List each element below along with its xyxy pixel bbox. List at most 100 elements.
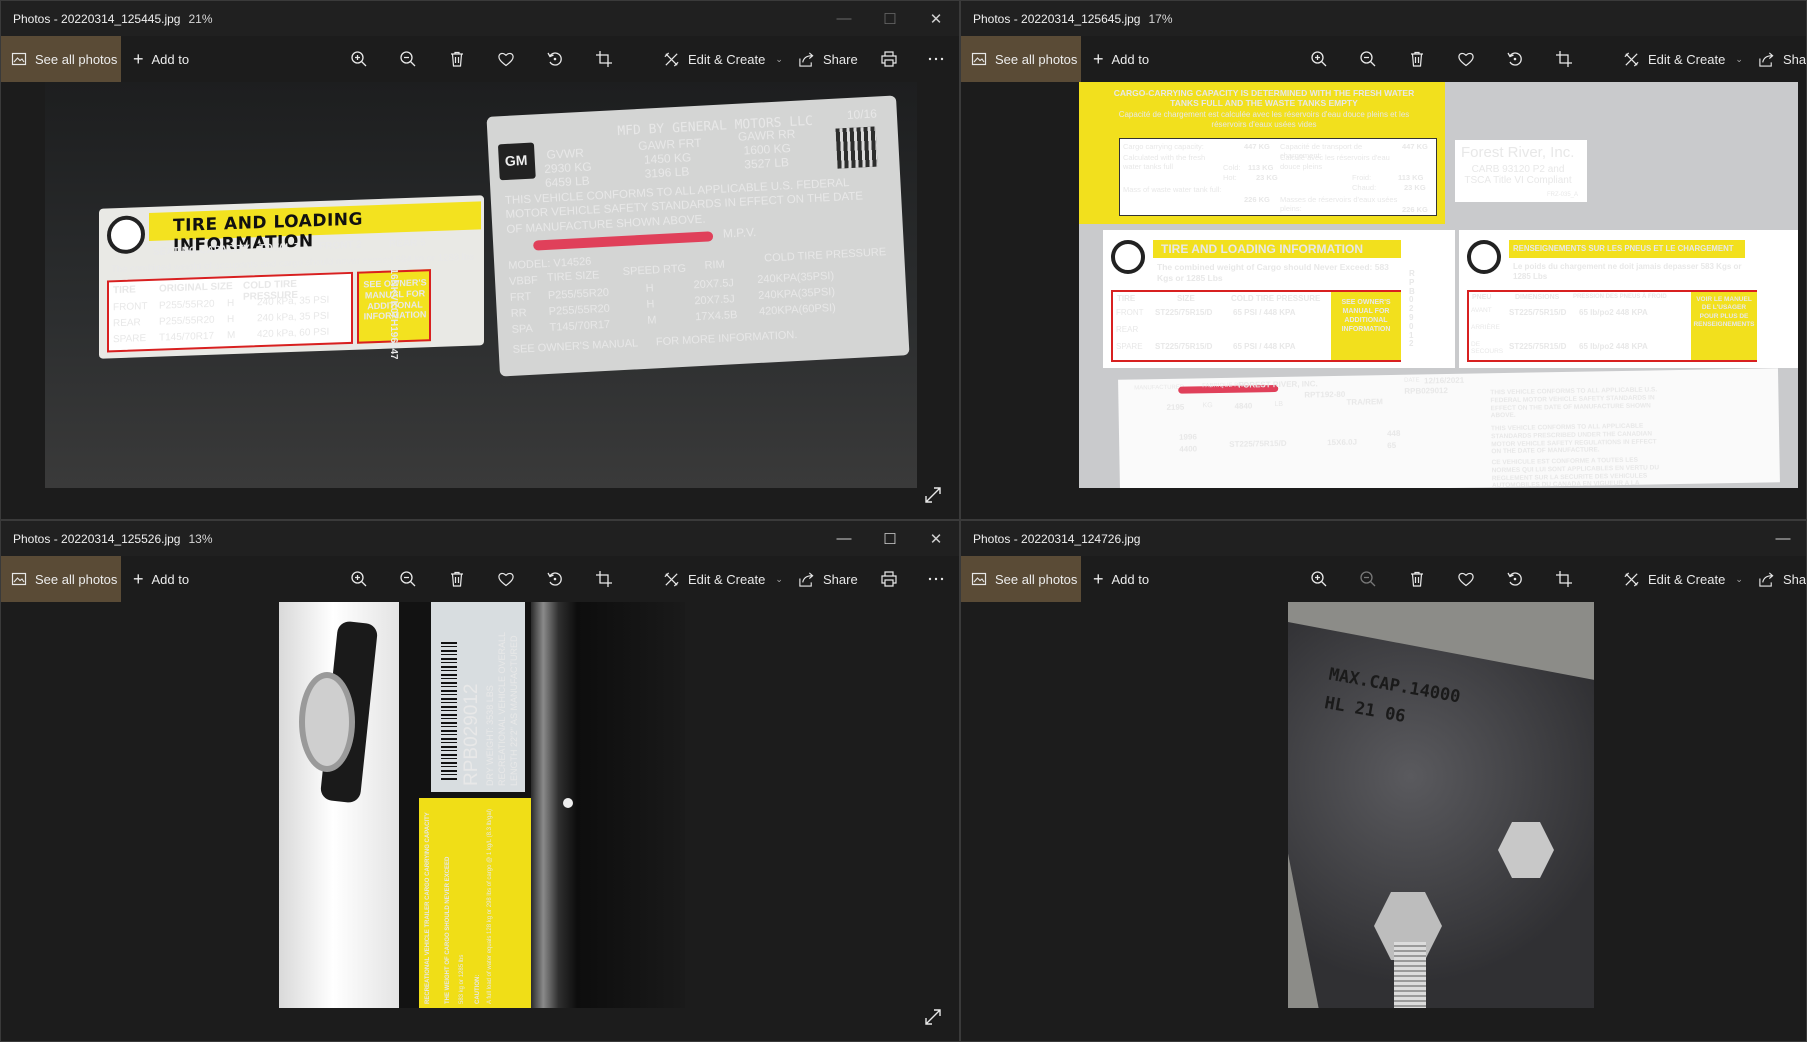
title-bar[interactable]: Photos - 20220314_125645.jpg 17% bbox=[961, 1, 1806, 36]
more-options-button[interactable] bbox=[916, 556, 956, 602]
cargo-table: Cargo carrying capacity: 447 KG Calculated… bbox=[1119, 138, 1437, 216]
tire-row-pos: FRONT bbox=[1116, 308, 1144, 317]
zoom-out-button[interactable] bbox=[1348, 36, 1388, 82]
cargo-cold-lbl: Cold: bbox=[1223, 163, 1241, 172]
photo-image: MAX.CAP.14000 HL 21 06 bbox=[1288, 602, 1594, 1008]
edit-create-label: Edit & Create bbox=[1648, 51, 1726, 67]
see-all-photos-button[interactable]: See all photos bbox=[961, 36, 1081, 82]
see-all-photos-button[interactable]: See all photos bbox=[961, 556, 1081, 602]
edit-create-button[interactable]: Edit & Create ⌄ bbox=[663, 556, 783, 602]
photo-viewport[interactable]: RPB029012 DRY WEIGHT: 3538 LBS RECREATIONA… bbox=[1, 602, 959, 1041]
photo-viewport[interactable]: TIRE AND LOADING INFORMATION SEATING CAPA… bbox=[1, 82, 959, 519]
zoom-out-button[interactable] bbox=[1348, 556, 1388, 602]
favorite-button[interactable] bbox=[1446, 36, 1486, 82]
add-to-button[interactable]: + Add to bbox=[1093, 50, 1149, 68]
zoom-in-button[interactable] bbox=[1299, 556, 1339, 602]
maker: FOREST RIVER, INC. bbox=[1238, 379, 1318, 390]
zoom-out-button[interactable] bbox=[388, 556, 428, 602]
zoom-in-button[interactable] bbox=[1299, 36, 1339, 82]
expand-icon[interactable] bbox=[923, 485, 945, 507]
rotate-button[interactable] bbox=[535, 556, 575, 602]
delete-button[interactable] bbox=[437, 36, 477, 82]
gm-logo-text: GM bbox=[504, 151, 528, 169]
favorite-button[interactable] bbox=[486, 556, 526, 602]
close-button[interactable]: ✕ bbox=[913, 521, 959, 556]
cargo-waste-fr: Masses de réservoirs d'eaux usées pleins… bbox=[1280, 195, 1398, 214]
door-frame bbox=[531, 602, 685, 1008]
minimize-button[interactable]: — bbox=[821, 521, 867, 556]
see-owner-box: SEE OWNER'S MANUAL FOR ADDITIONAL INFORM… bbox=[1331, 292, 1401, 360]
col-pression: PRESSION DES PNEUS À FROID bbox=[1573, 294, 1667, 300]
col-size: SIZE bbox=[1177, 294, 1195, 303]
see-all-photos-button[interactable]: See all photos bbox=[1, 556, 121, 602]
vin-side: 16NKVK07H196547 bbox=[388, 268, 399, 360]
crop-button[interactable] bbox=[584, 36, 624, 82]
minimize-button[interactable]: — bbox=[1760, 521, 1806, 556]
delete-button[interactable] bbox=[1397, 36, 1437, 82]
zoom-in-button[interactable] bbox=[339, 36, 379, 82]
zoom-out-icon bbox=[400, 51, 416, 67]
tire-row-pressure: 240 kPa, 35 PSI bbox=[257, 310, 330, 325]
cert-rim: 15X6.0J bbox=[1327, 437, 1358, 448]
close-button[interactable]: ✕ bbox=[913, 1, 959, 36]
see-all-photos-button[interactable]: See all photos bbox=[1, 36, 121, 82]
zoom-in-button[interactable] bbox=[339, 556, 379, 602]
printer-icon bbox=[881, 51, 897, 67]
edit-create-button[interactable]: Edit & Create ⌄ bbox=[1623, 556, 1743, 602]
col-cold: COLD TIRE PRESSURE bbox=[1231, 294, 1321, 303]
kg-unit: KG bbox=[1202, 402, 1213, 410]
more-options-button[interactable] bbox=[916, 36, 956, 82]
heart-icon bbox=[1458, 52, 1474, 67]
share-button[interactable]: Share bbox=[798, 36, 858, 82]
title-bar[interactable]: Photos - 20220314_124726.jpg bbox=[961, 521, 1806, 556]
photo-viewport[interactable]: CARGO-CARRYING CAPACITY IS DETERMINED WI… bbox=[961, 82, 1806, 519]
crop-button[interactable] bbox=[1544, 36, 1584, 82]
add-to-button[interactable]: + Add to bbox=[133, 50, 189, 68]
favorite-button[interactable] bbox=[1446, 556, 1486, 602]
col-pneu: PNEU bbox=[1472, 294, 1492, 301]
edit-create-button[interactable]: Edit & Create ⌄ bbox=[663, 36, 783, 82]
add-to-label: Add to bbox=[151, 51, 190, 67]
maximize-button[interactable]: ☐ bbox=[867, 1, 913, 36]
print-button[interactable] bbox=[869, 36, 909, 82]
rotate-button[interactable] bbox=[1495, 556, 1535, 602]
cert-tire: ST225/75R15/D bbox=[1229, 438, 1287, 449]
share-button[interactable]: Share bbox=[798, 556, 858, 602]
rotate-button[interactable] bbox=[1495, 36, 1535, 82]
rotate-button[interactable] bbox=[535, 36, 575, 82]
favorite-button[interactable] bbox=[486, 36, 526, 82]
edit-create-icon bbox=[1624, 51, 1639, 67]
minimize-button[interactable]: — bbox=[821, 1, 867, 36]
crop-button[interactable] bbox=[584, 556, 624, 602]
photo-viewport[interactable]: MAX.CAP.14000 HL 21 06 bbox=[961, 602, 1806, 1041]
delete-button[interactable] bbox=[1397, 556, 1437, 602]
chevron-down-icon: ⌄ bbox=[775, 573, 783, 584]
spec-rim: 20X7.5J bbox=[693, 277, 735, 292]
trash-icon bbox=[1411, 51, 1423, 67]
cert-psi-2: 65 bbox=[1387, 440, 1397, 451]
length: LENGTH 22'2" AS MANUFACTURED bbox=[509, 635, 519, 786]
dry-weight: DRY WEIGHT: 3538 LBS bbox=[485, 685, 495, 786]
expand-icon[interactable] bbox=[923, 1007, 945, 1029]
maximize-button[interactable]: ☐ bbox=[867, 521, 913, 556]
delete-button[interactable] bbox=[437, 556, 477, 602]
add-to-button[interactable]: + Add to bbox=[133, 570, 189, 588]
title-bar[interactable]: Photos - 20220314_125445.jpg 21% bbox=[1, 1, 959, 36]
zoom-out-button[interactable] bbox=[388, 36, 428, 82]
share-button[interactable]: Shar bbox=[1758, 36, 1806, 82]
extinguisher-gauge bbox=[299, 672, 355, 772]
spec-size: P255/55R20 bbox=[547, 286, 610, 302]
tire-row-size: P255/55R20 bbox=[159, 314, 215, 328]
tire-table-fr: PNEU DIMENSIONS PRESSION DES PNEUS À FROID… bbox=[1467, 290, 1757, 362]
photos-window: Photos - 20220314_124726.jpg — ☐ ✕ See a… bbox=[960, 520, 1807, 1042]
share-button[interactable]: Shar bbox=[1758, 556, 1806, 602]
edit-create-icon bbox=[1624, 571, 1639, 587]
crop-button[interactable] bbox=[1544, 556, 1584, 602]
print-button[interactable] bbox=[869, 556, 909, 602]
chevron-down-icon: ⌄ bbox=[1735, 53, 1743, 64]
heart-icon bbox=[1458, 572, 1474, 587]
title-bar[interactable]: Photos - 20220314_125526.jpg 13% bbox=[1, 521, 959, 556]
add-to-button[interactable]: + Add to bbox=[1093, 570, 1149, 588]
edit-create-button[interactable]: Edit & Create ⌄ bbox=[1623, 36, 1743, 82]
window-title: Photos - 20220314_125445.jpg bbox=[13, 11, 181, 26]
